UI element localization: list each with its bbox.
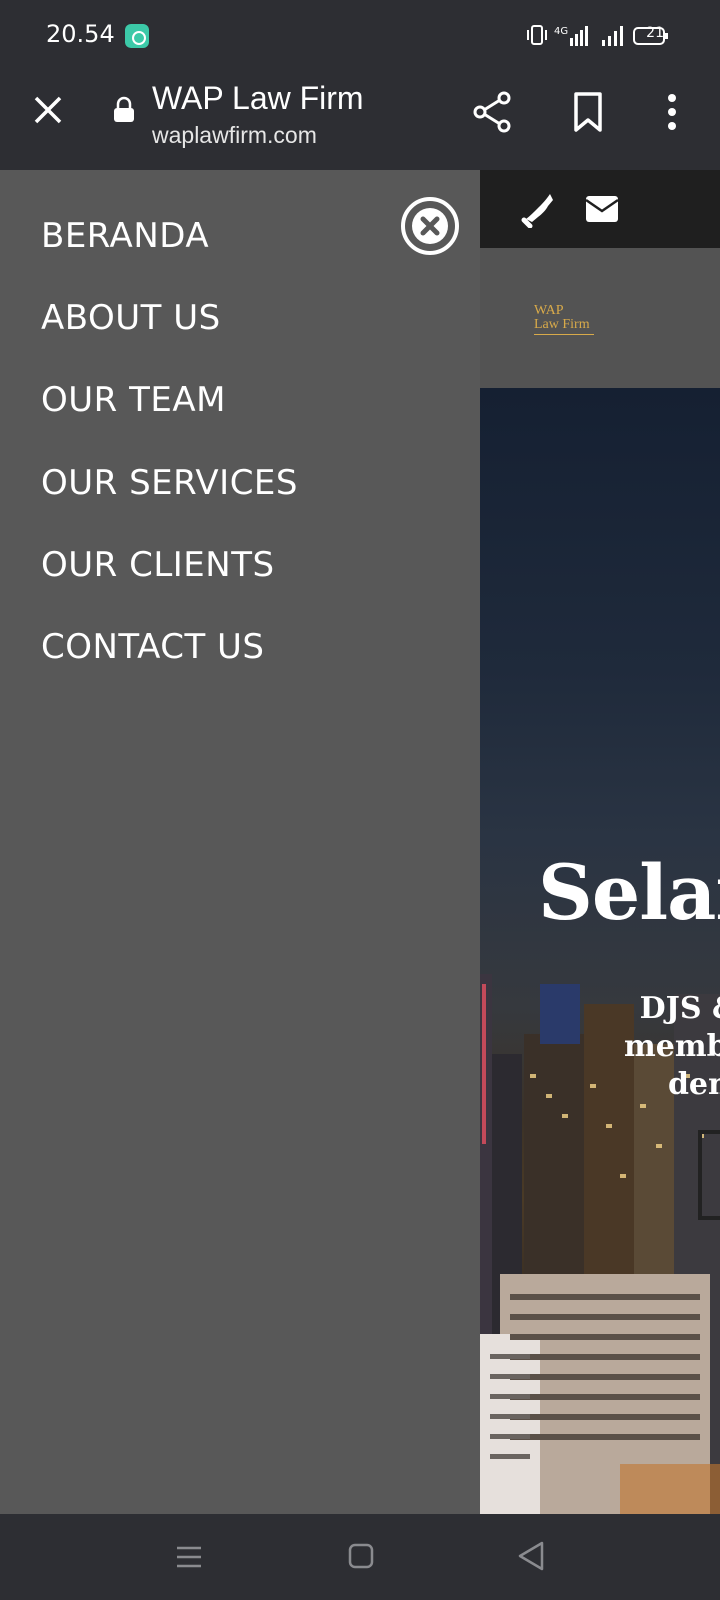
logo-line1: WAP — [534, 303, 564, 318]
page-title[interactable]: WAP Law Firm — [152, 80, 364, 117]
menu-item-our-services[interactable]: OUR SERVICES — [41, 463, 298, 503]
hero-sub-line2: membantu p — [624, 1029, 720, 1064]
webpage: WAP Law Firm Sela DJS memb den BERANDA A… — [0, 170, 720, 1514]
contact-topbar — [480, 170, 720, 248]
menu-item-our-team[interactable]: OUR TEAM — [41, 380, 226, 420]
home-icon[interactable] — [348, 1542, 374, 1570]
menu-item-beranda[interactable]: BERANDA — [41, 216, 209, 256]
share-icon[interactable] — [470, 90, 514, 134]
hero-title: Selan — [538, 848, 720, 937]
hero-banner: Selan DJS & Part membantu p dengan — [480, 388, 720, 1514]
bookmark-icon[interactable] — [570, 90, 606, 134]
lock-icon[interactable] — [112, 96, 136, 124]
logo-line2: Law Firm — [534, 318, 594, 335]
vibrate-icon — [527, 25, 547, 45]
hero-sub-line1: DJS & Part — [639, 991, 720, 1026]
browser-toolbar: WAP Law Firm waplawfirm.com — [0, 70, 720, 170]
system-nav-bar — [0, 1514, 720, 1600]
site-logo[interactable]: WAP Law Firm — [534, 304, 594, 335]
signal-icon — [602, 26, 623, 46]
hero-subtitle: DJS & Part membantu p dengan — [520, 990, 720, 1104]
site-header: WAP Law Firm — [480, 248, 720, 388]
status-time: 20.54 — [46, 20, 115, 48]
screen: 20.54 4G 21 WAP Law Firm waplawfirm.com … — [0, 0, 720, 1600]
more-vert-icon[interactable] — [662, 90, 682, 134]
hero-sub-line3: dengan — [667, 1067, 720, 1102]
page-url[interactable]: waplawfirm.com — [152, 122, 317, 149]
4g-signal-icon: 4G — [554, 26, 588, 46]
nav-drawer: BERANDA ABOUT US OUR TEAM OUR SERVICES O… — [0, 170, 480, 1514]
menu-item-about-us[interactable]: ABOUT US — [41, 298, 221, 338]
battery-level: 21 — [646, 25, 664, 41]
menu-item-contact-us[interactable]: CONTACT US — [41, 627, 265, 667]
city-skyline-image — [480, 974, 720, 1514]
back-icon[interactable] — [516, 1540, 546, 1572]
app-notification-icon — [125, 24, 149, 48]
recents-menu-icon[interactable] — [175, 1544, 203, 1570]
svg-text:4G: 4G — [554, 26, 568, 37]
phone-icon[interactable] — [520, 192, 556, 228]
status-bar: 20.54 4G 21 — [0, 0, 720, 70]
mail-icon[interactable] — [584, 194, 620, 224]
hero-cta-button[interactable] — [698, 1130, 720, 1220]
close-icon[interactable] — [30, 92, 66, 128]
close-circle-icon[interactable] — [400, 196, 460, 256]
menu-item-our-clients[interactable]: OUR CLIENTS — [41, 545, 275, 585]
